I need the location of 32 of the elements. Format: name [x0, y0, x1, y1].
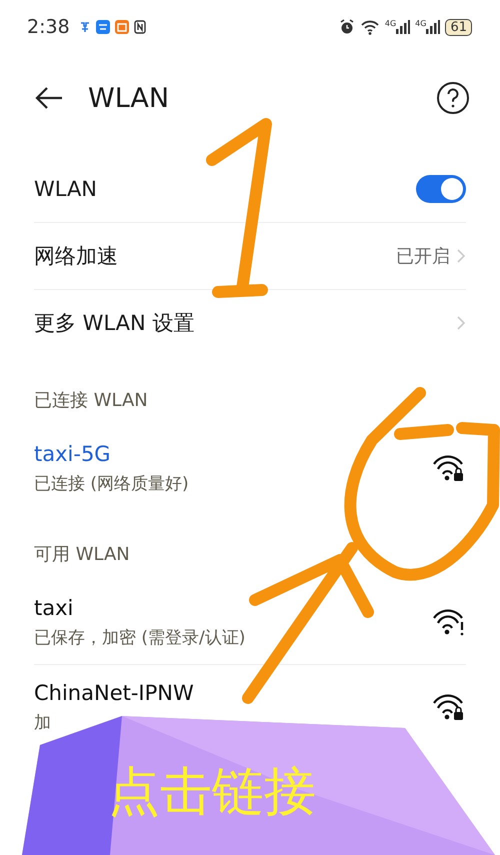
network-name[interactable]: ChinaNet-IPNW	[34, 680, 194, 704]
status-time: 2:38	[27, 16, 70, 38]
alarm-icon	[338, 19, 355, 35]
network-name[interactable]: taxi	[34, 596, 74, 620]
section-title: 可用 WLAN	[33, 543, 131, 567]
wifi-alert-icon	[432, 608, 466, 636]
section-title: 已连接 WLAN	[33, 389, 149, 413]
battery-level: 61	[445, 18, 472, 36]
page-title: WLAN	[88, 82, 170, 114]
wlan-toggle[interactable]	[416, 175, 466, 203]
signal-icon	[426, 20, 440, 34]
network-name[interactable]: taxi-5G	[34, 442, 111, 466]
network-type-label: 4G	[415, 20, 426, 28]
app-notification-icon	[114, 20, 129, 34]
app-notification-icon	[78, 21, 91, 33]
nfc-icon	[134, 20, 146, 34]
network-type-label: 4G	[384, 20, 396, 28]
back-icon[interactable]	[34, 86, 64, 110]
wifi-icon	[360, 19, 380, 35]
network-status: 加	[34, 712, 51, 734]
setting-label: WLAN	[34, 177, 98, 201]
wifi-lock-icon	[432, 454, 466, 482]
network-status: 已保存，加密 (需登录/认证)	[34, 626, 246, 648]
help-icon[interactable]	[436, 81, 470, 115]
setting-value: 已开启	[396, 245, 450, 268]
signal-icon	[396, 20, 410, 34]
banner-text: 点击链接	[108, 762, 316, 822]
wifi-lock-icon	[432, 693, 466, 721]
setting-label: 网络加速	[34, 243, 118, 270]
setting-label: 更多 WLAN 设置	[34, 310, 194, 337]
network-status: 已连接 (网络质量好)	[34, 472, 189, 494]
app-notification-icon	[96, 20, 110, 34]
